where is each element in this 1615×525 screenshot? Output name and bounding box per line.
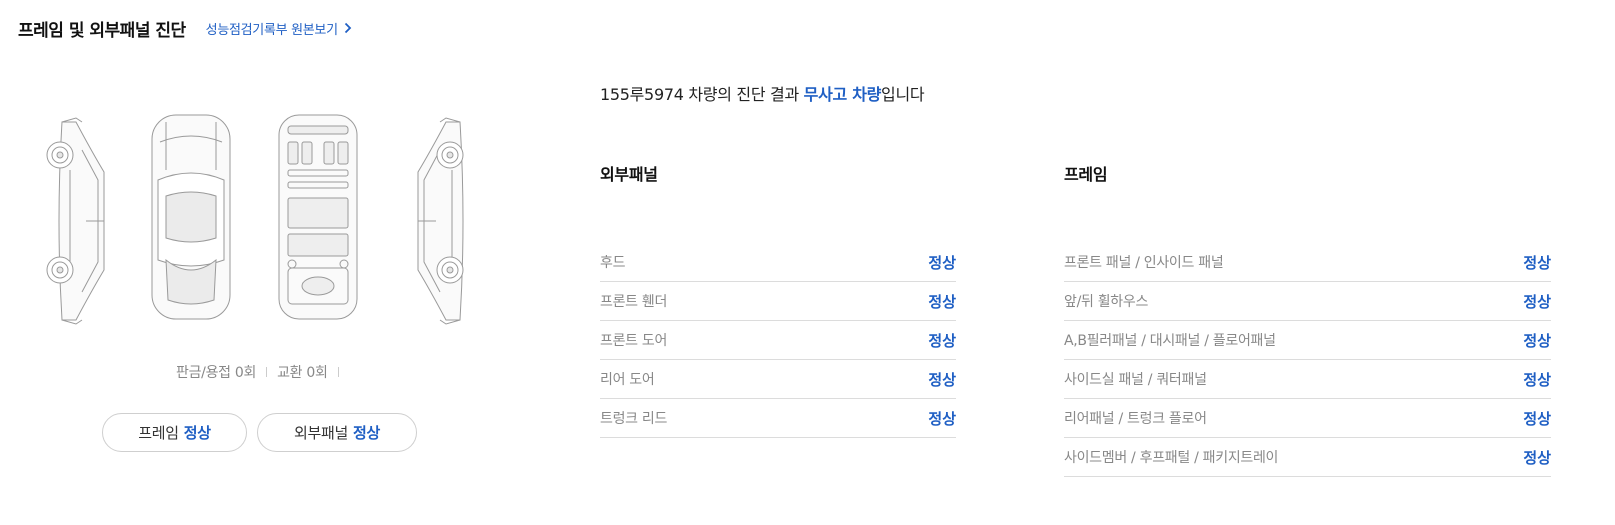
item-status: 정상 (1523, 370, 1551, 389)
list-item: A,B필러패널 / 대시패널 / 플로어패널 정상 (1064, 321, 1551, 360)
item-name: 리어 도어 (600, 372, 655, 388)
outer-panel-list: 후드 정상 프론트 휀더 정상 프론트 도어 정상 리어 도어 정상 트렁크 리드 정상 (600, 243, 956, 438)
view-original-report-label: 성능점검기록부 원본보기 (205, 22, 338, 38)
frame-section: 프레임 프론트 패널 / 인사이드 패널 정상 앞/뒤 휠하우스 정상 A,B필러패… (1064, 163, 1551, 477)
item-name: 트렁크 리드 (600, 411, 668, 427)
item-status: 정상 (928, 331, 956, 350)
item-status: 정상 (1523, 253, 1551, 272)
item-name: 앞/뒤 휠하우스 (1064, 294, 1149, 310)
list-item: 사이드실 패널 / 쿼터패널 정상 (1064, 360, 1551, 399)
divider (266, 367, 268, 377)
car-right-side-view (417, 117, 464, 325)
item-status: 정상 (928, 409, 956, 428)
list-item: 리어 도어 정상 (600, 360, 956, 399)
outer-panel-pill-status: 정상 (353, 424, 381, 442)
summary-suffix: 입니다 (881, 85, 925, 104)
section-title: 프레임 및 외부패널 진단 (18, 20, 186, 41)
item-status: 정상 (1523, 292, 1551, 311)
item-status: 정상 (928, 253, 956, 272)
list-item: 프론트 휀더 정상 (600, 282, 956, 321)
summary-highlight: 무사고 차량 (803, 85, 882, 104)
list-item: 사이드멤버 / 후프패털 / 패키지트레이 정상 (1064, 438, 1551, 477)
outer-panel-status-pill[interactable]: 외부패널 정상 (257, 413, 417, 452)
list-item: 프론트 도어 정상 (600, 321, 956, 360)
list-item: 앞/뒤 휠하우스 정상 (1064, 282, 1551, 321)
item-name: 후드 (600, 255, 626, 271)
item-status: 정상 (1523, 448, 1551, 467)
car-left-side-view (46, 117, 105, 325)
item-name: 사이드실 패널 / 쿼터패널 (1064, 372, 1207, 388)
item-status: 정상 (1523, 409, 1551, 428)
item-name: 프론트 휀더 (600, 294, 668, 310)
frame-status-pill[interactable]: 프레임 정상 (102, 413, 247, 452)
car-underside-view (278, 114, 358, 320)
item-status: 정상 (928, 292, 956, 311)
list-item: 리어패널 / 트렁크 플로어 정상 (1064, 399, 1551, 438)
frame-pill-label: 프레임 (138, 424, 179, 442)
frame-list: 프론트 패널 / 인사이드 패널 정상 앞/뒤 휠하우스 정상 A,B필러패널 / … (1064, 243, 1551, 477)
diagnosis-summary: 155루5974 차량의 진단 결과 무사고 차량입니다 (600, 81, 925, 105)
item-name: 프론트 패널 / 인사이드 패널 (1064, 255, 1224, 271)
frame-pill-status: 정상 (183, 424, 211, 442)
outer-panel-pill-label: 외부패널 (293, 424, 348, 442)
summary-prefix: 155루5974 차량의 진단 결과 (600, 85, 804, 104)
outer-panel-title: 외부패널 (600, 165, 658, 184)
repair-count: 판금/용접 0회 (176, 365, 257, 381)
item-name: 프론트 도어 (600, 333, 668, 349)
list-item: 후드 정상 (600, 243, 956, 282)
section-header: 프레임 및 외부패널 진단 성능점검기록부 원본보기 (18, 16, 352, 41)
car-diagram (46, 114, 464, 325)
list-item: 트렁크 리드 정상 (600, 399, 956, 438)
frame-title: 프레임 (1064, 165, 1108, 184)
list-item: 프론트 패널 / 인사이드 패널 정상 (1064, 243, 1551, 282)
chevron-right-icon (344, 22, 352, 34)
item-name: 리어패널 / 트렁크 플로어 (1064, 411, 1207, 427)
item-status: 정상 (1523, 331, 1551, 350)
item-name: A,B필러패널 / 대시패널 / 플로어패널 (1064, 333, 1276, 349)
divider (337, 367, 339, 377)
repair-counts: 판금/용접 0회 교환 0회 (176, 362, 349, 382)
item-name: 사이드멤버 / 후프패털 / 패키지트레이 (1064, 450, 1279, 466)
view-original-report-link[interactable]: 성능점검기록부 원본보기 (206, 19, 352, 38)
item-status: 정상 (928, 370, 956, 389)
replace-count: 교환 0회 (277, 365, 328, 381)
car-top-view (151, 114, 231, 320)
outer-panel-section: 외부패널 후드 정상 프론트 휀더 정상 프론트 도어 정상 리어 도어 정상 트렁크 … (600, 163, 956, 438)
